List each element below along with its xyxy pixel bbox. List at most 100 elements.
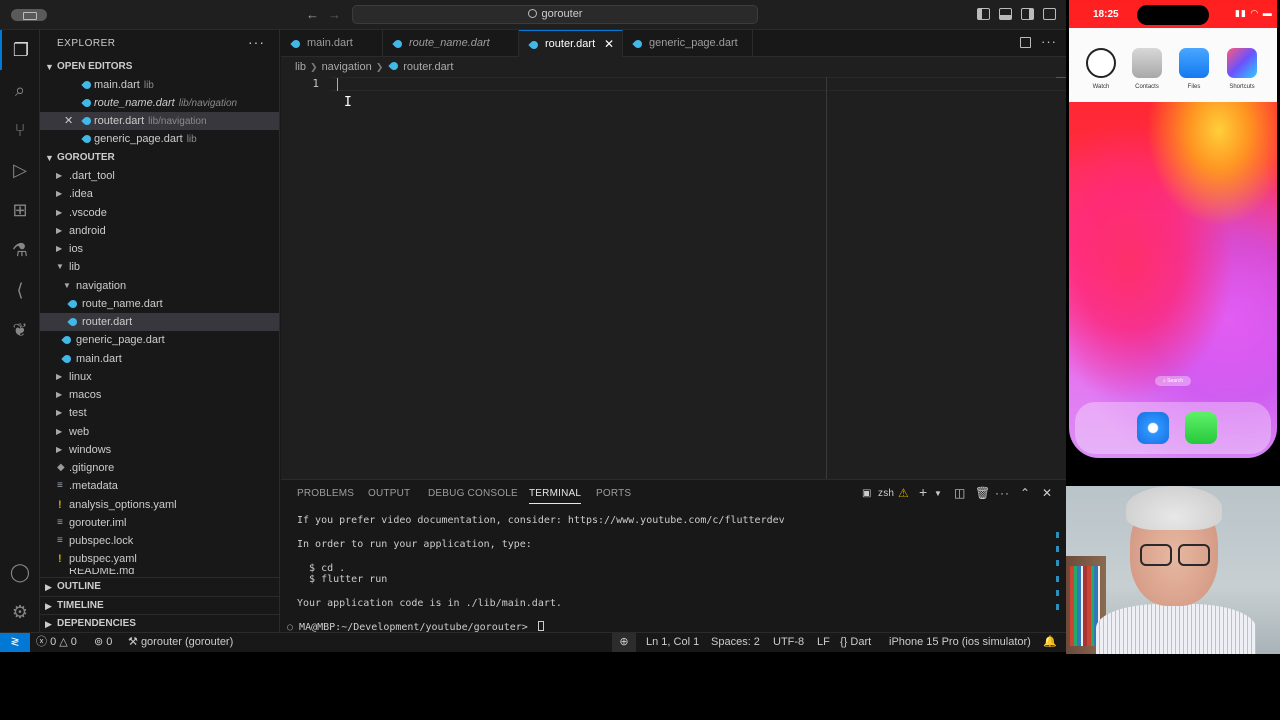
tree-file[interactable]: ≡ .metadata xyxy=(40,477,279,495)
tree-folder[interactable]: ▶ windows xyxy=(40,441,279,459)
tree-file[interactable]: ≡ gorouter.iml xyxy=(40,514,279,532)
files-app-icon[interactable] xyxy=(1179,48,1209,78)
forward-arrow-icon[interactable]: → xyxy=(328,7,341,22)
encoding[interactable]: UTF-8 xyxy=(773,633,804,652)
tree-folder[interactable]: ▶ web xyxy=(40,423,279,441)
toggle-secondary-sidebar-icon[interactable] xyxy=(1021,8,1034,20)
tree-folder[interactable]: ▼ navigation xyxy=(40,277,279,295)
messages-app-icon[interactable] xyxy=(1185,412,1217,444)
new-terminal-icon[interactable]: + xyxy=(919,484,927,500)
breadcrumb-file[interactable]: router.dart xyxy=(403,61,453,73)
open-editors-header[interactable]: ▼ OPEN EDITORS xyxy=(40,58,279,76)
more-actions-icon[interactable]: ··· xyxy=(1041,34,1057,49)
terminal-shell-name[interactable]: zsh xyxy=(878,488,894,499)
source-control-icon[interactable]: ⑂ xyxy=(0,110,40,150)
tree-file[interactable]: main.dart xyxy=(40,350,279,368)
tree-folder[interactable]: ▶ linux xyxy=(40,368,279,386)
trash-icon[interactable]: 🗑 xyxy=(975,486,990,500)
tab-router-dart[interactable]: router.dart ✕ xyxy=(519,30,623,57)
zoom-icon[interactable]: ⊕ xyxy=(612,633,636,652)
mongodb-icon[interactable]: ❦ xyxy=(0,310,40,350)
tab-problems[interactable]: PROBLEMS xyxy=(297,488,354,499)
dynamic-island xyxy=(1137,5,1209,25)
language-mode[interactable]: {} Dart xyxy=(840,633,871,652)
account-icon[interactable]: ◯ xyxy=(0,552,40,592)
tab-terminal[interactable]: TERMINAL xyxy=(529,488,582,504)
tree-folder[interactable]: ▼ lib xyxy=(40,258,279,276)
chevron-down-icon[interactable]: ▼ xyxy=(934,489,942,498)
close-icon[interactable]: ✕ xyxy=(64,112,73,130)
dart-file-icon xyxy=(632,38,644,50)
remote-indicator-icon[interactable]: ≷ xyxy=(0,633,30,652)
tab-main-dart[interactable]: main.dart xyxy=(281,30,383,57)
toggle-sidebar-icon[interactable] xyxy=(977,8,990,20)
safari-app-icon[interactable] xyxy=(1137,412,1169,444)
tree-folder[interactable]: ▶ ios xyxy=(40,240,279,258)
simulator-screen[interactable]: 18:25 ▮▮ ◠ ▬ Watch Contacts Files Shortc… xyxy=(1069,0,1277,458)
tree-file[interactable]: route_name.dart xyxy=(40,295,279,313)
split-terminal-icon[interactable]: ◫ xyxy=(954,486,965,500)
more-actions-icon[interactable]: ··· xyxy=(248,34,265,50)
tab-generic-page-dart[interactable]: generic_page.dart xyxy=(623,30,753,57)
tab-debug-console[interactable]: DEBUG CONSOLE xyxy=(428,488,518,499)
tree-file[interactable]: ≡ pubspec.lock xyxy=(40,532,279,550)
home-search-pill[interactable]: ⌕ Search xyxy=(1155,376,1191,386)
tree-folder[interactable]: ▶ .dart_tool xyxy=(40,167,279,185)
open-editor-item[interactable]: route_name.dart lib/navigation xyxy=(40,94,279,112)
shortcuts-app-icon[interactable] xyxy=(1227,48,1257,78)
search-icon[interactable]: ⌕ xyxy=(0,70,40,110)
indentation[interactable]: Spaces: 2 xyxy=(711,633,760,652)
minimap[interactable] xyxy=(1056,77,1066,78)
tree-folder[interactable]: ▶ .vscode xyxy=(40,204,279,222)
timeline-header[interactable]: ▶ TIMELINE xyxy=(40,596,279,614)
outline-header[interactable]: ▶ OUTLINE xyxy=(40,577,279,595)
more-actions-icon[interactable]: ··· xyxy=(995,486,1010,500)
breadcrumb-navigation[interactable]: navigation xyxy=(322,61,372,73)
command-center[interactable]: gorouter xyxy=(352,5,758,24)
split-editor-icon[interactable] xyxy=(1020,37,1031,48)
ports-indicator[interactable]: ⊚ 0 xyxy=(94,633,112,652)
tree-file-active[interactable]: router.dart xyxy=(40,313,279,331)
back-arrow-icon[interactable]: ← xyxy=(306,7,319,22)
device-selector[interactable]: iPhone 15 Pro (ios simulator) xyxy=(889,633,1031,652)
window-menu-icon[interactable] xyxy=(11,9,47,21)
close-icon[interactable]: ✕ xyxy=(604,31,614,58)
code-editor[interactable]: 1 I xyxy=(281,77,1066,479)
maximize-panel-icon[interactable]: ⌃ xyxy=(1020,486,1030,500)
tree-file[interactable]: ◆ .gitignore xyxy=(40,459,279,477)
tree-file[interactable]: ! analysis_options.yaml xyxy=(40,496,279,514)
notifications-bell-icon[interactable]: 🔔 xyxy=(1043,633,1057,652)
line-ending[interactable]: LF xyxy=(817,633,830,652)
tree-folder[interactable]: ▶ android xyxy=(40,222,279,240)
tree-file[interactable]: README.md xyxy=(40,568,279,576)
tree-file[interactable]: generic_page.dart xyxy=(40,331,279,349)
chevron-right-icon: ▶ xyxy=(56,427,63,436)
testing-icon[interactable]: ⚗ xyxy=(0,230,40,270)
problems-indicator[interactable]: ⓧ 0 △ 0 xyxy=(36,633,77,652)
settings-gear-icon[interactable]: ⚙ xyxy=(0,592,40,632)
tree-folder[interactable]: ▶ test xyxy=(40,404,279,422)
extensions-icon[interactable]: ⊞ xyxy=(0,190,40,230)
dependencies-header[interactable]: ▶ DEPENDENCIES xyxy=(40,614,279,632)
customize-layout-icon[interactable] xyxy=(1043,8,1056,20)
workspace-indicator[interactable]: ⚒ gorouter (gorouter) xyxy=(128,633,233,652)
watch-app-icon[interactable] xyxy=(1086,48,1116,78)
contacts-app-icon[interactable] xyxy=(1132,48,1162,78)
tab-route-name-dart[interactable]: route_name.dart xyxy=(383,30,519,57)
open-editor-item-active[interactable]: ✕ router.dart lib/navigation xyxy=(40,112,279,130)
toggle-panel-icon[interactable] xyxy=(999,8,1012,20)
open-editor-item[interactable]: generic_page.dart lib xyxy=(40,130,279,148)
project-folder-header[interactable]: ▼ GOROUTER xyxy=(40,149,279,167)
tree-file[interactable]: ! pubspec.yaml xyxy=(40,550,279,568)
explorer-icon[interactable]: ❐ xyxy=(0,30,40,70)
tab-output[interactable]: OUTPUT xyxy=(368,488,410,499)
tree-folder[interactable]: ▶ macos xyxy=(40,386,279,404)
breadcrumb-lib[interactable]: lib xyxy=(295,61,306,73)
open-editor-item[interactable]: main.dart lib xyxy=(40,76,279,94)
tab-ports[interactable]: PORTS xyxy=(596,488,631,499)
close-panel-icon[interactable]: ✕ xyxy=(1042,486,1052,500)
cursor-position[interactable]: Ln 1, Col 1 xyxy=(646,633,699,652)
run-debug-icon[interactable]: ▷ xyxy=(0,150,40,190)
tree-folder[interactable]: ▶ .idea xyxy=(40,185,279,203)
flutter-icon[interactable]: ⟨ xyxy=(0,270,40,310)
